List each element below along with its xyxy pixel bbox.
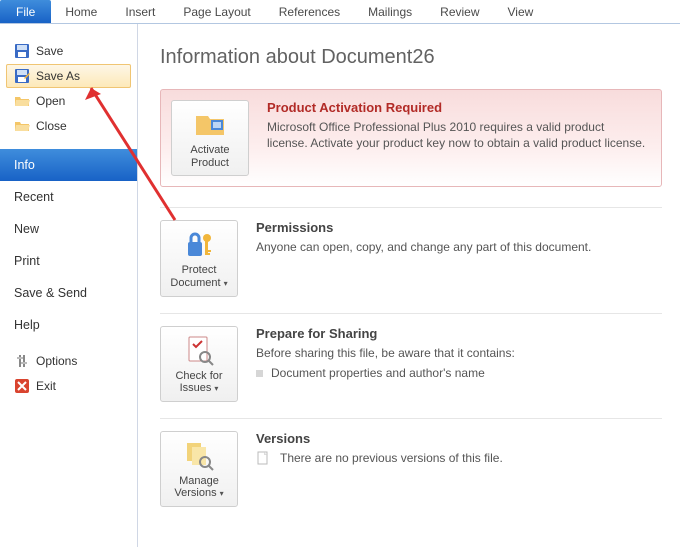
prepare-bullet: Document properties and author's name — [256, 365, 662, 381]
sidebar-save-as[interactable]: Save As — [6, 64, 131, 88]
activation-heading: Product Activation Required — [267, 100, 647, 115]
tab-references[interactable]: References — [265, 0, 354, 23]
sidebar-label: Open — [36, 94, 65, 108]
section-prepare: Check for Issues▾ Prepare for Sharing Be… — [160, 313, 662, 418]
versions-text: There are no previous versions of this f… — [280, 451, 503, 465]
sidebar-new[interactable]: New — [0, 213, 137, 245]
sidebar-recent[interactable]: Recent — [0, 181, 137, 213]
prepare-text: Before sharing this file, be aware that … — [256, 345, 662, 361]
tab-insert[interactable]: Insert — [111, 0, 169, 23]
options-icon — [14, 353, 30, 369]
check-for-issues-button[interactable]: Check for Issues▾ — [160, 326, 238, 402]
close-icon — [14, 118, 30, 134]
sidebar-open[interactable]: Open — [6, 89, 131, 113]
button-label: Activate Product — [176, 144, 244, 169]
tab-view[interactable]: View — [494, 0, 548, 23]
page-title: Information about Document26 — [160, 46, 662, 69]
sidebar-info[interactable]: Info — [0, 149, 137, 181]
sidebar-options[interactable]: Options — [6, 349, 131, 373]
inspect-icon — [183, 334, 215, 366]
lock-key-icon — [183, 228, 215, 260]
save-as-icon — [14, 68, 30, 84]
sidebar-save-send[interactable]: Save & Send — [0, 277, 137, 309]
versions-heading: Versions — [256, 431, 662, 446]
activation-text: Microsoft Office Professional Plus 2010 … — [267, 119, 647, 151]
backstage-content: Information about Document26 Activate Pr… — [138, 24, 680, 547]
prepare-heading: Prepare for Sharing — [256, 326, 662, 341]
save-icon — [14, 43, 30, 59]
section-activation: Activate Product Product Activation Requ… — [160, 89, 662, 187]
button-label: Manage Versions — [174, 475, 218, 500]
tab-mailings[interactable]: Mailings — [354, 0, 426, 23]
tab-home[interactable]: Home — [51, 0, 111, 23]
sidebar-exit[interactable]: Exit — [6, 374, 131, 398]
chevron-down-icon: ▾ — [220, 489, 224, 498]
tab-page-layout[interactable]: Page Layout — [169, 0, 264, 23]
sidebar-save[interactable]: Save — [6, 39, 131, 63]
chevron-down-icon: ▾ — [214, 384, 218, 393]
backstage-sidebar: Save Save As Open Close Info Recent New … — [0, 24, 138, 547]
sidebar-label: Options — [36, 354, 77, 368]
protect-document-button[interactable]: Protect Document ▾ — [160, 220, 238, 296]
section-permissions: Protect Document ▾ Permissions Anyone can… — [160, 207, 662, 312]
bullet-text: Document properties and author's name — [271, 366, 485, 380]
open-icon — [14, 93, 30, 109]
sidebar-close[interactable]: Close — [6, 114, 131, 138]
ribbon-tabs: File Home Insert Page Layout References … — [0, 0, 680, 24]
permissions-text: Anyone can open, copy, and change any pa… — [256, 239, 662, 255]
activate-product-button[interactable]: Activate Product — [171, 100, 249, 176]
versions-icon — [183, 439, 215, 471]
sidebar-label: Exit — [36, 379, 56, 393]
sidebar-label: Close — [36, 119, 67, 133]
sidebar-help[interactable]: Help — [0, 309, 137, 341]
sidebar-print[interactable]: Print — [0, 245, 137, 277]
manage-versions-button[interactable]: Manage Versions▾ — [160, 431, 238, 507]
section-versions: Manage Versions▾ Versions There are no p… — [160, 418, 662, 523]
activate-icon — [194, 108, 226, 140]
bullet-icon — [256, 370, 263, 377]
exit-icon — [14, 378, 30, 394]
sidebar-label: Save As — [36, 69, 80, 83]
tab-review[interactable]: Review — [426, 0, 493, 23]
permissions-heading: Permissions — [256, 220, 662, 235]
button-label: Protect Document — [170, 264, 220, 289]
chevron-down-icon: ▾ — [224, 279, 228, 288]
sidebar-label: Save — [36, 44, 63, 58]
document-icon — [256, 450, 272, 466]
tab-file[interactable]: File — [0, 0, 51, 23]
